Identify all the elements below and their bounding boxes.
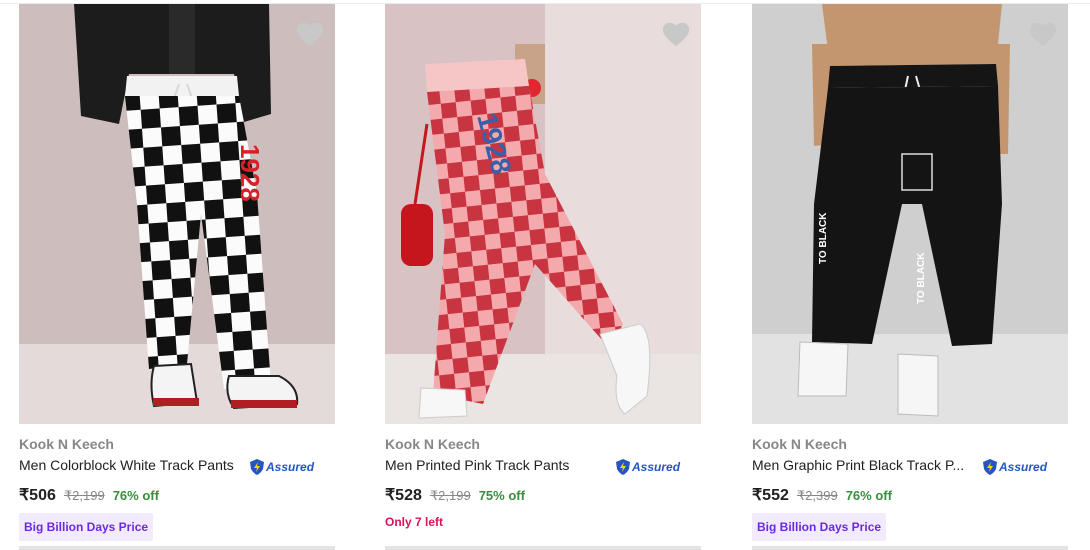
svg-text:1928: 1928	[235, 144, 265, 202]
discount-percent: 76% off	[112, 488, 159, 503]
selling-price: ₹506	[19, 487, 56, 504]
next-row-card-edge	[752, 546, 1068, 550]
selling-price: ₹552	[752, 487, 789, 504]
selling-price: ₹528	[385, 487, 422, 504]
assured-badge: Assured	[982, 457, 1047, 477]
product-title[interactable]: Men Printed Pink Track Pants	[385, 457, 605, 473]
price-row: ₹528 ₹2,199 75% off	[385, 485, 525, 505]
product-image[interactable]: 1928	[385, 4, 701, 424]
price-row: ₹506 ₹2,199 76% off	[19, 485, 159, 505]
discount-percent: 76% off	[845, 488, 892, 503]
product-brand: Kook N Keech	[385, 436, 480, 452]
next-row-card-edge	[385, 546, 701, 550]
product-title[interactable]: Men Colorblock White Track Pants	[19, 457, 251, 473]
wishlist-heart-icon[interactable]	[661, 20, 691, 48]
product-image[interactable]: 1928	[19, 4, 335, 424]
wishlist-heart-icon[interactable]	[1028, 20, 1058, 48]
product-brand: Kook N Keech	[752, 436, 847, 452]
original-price: ₹2,199	[429, 488, 471, 503]
assured-label: Assured	[632, 460, 681, 474]
assured-badge: Assured	[249, 457, 314, 477]
original-price: ₹2,399	[796, 488, 838, 503]
product-title[interactable]: Men Graphic Print Black Track P...	[752, 457, 982, 473]
pink-checkered-track-pants-photo: 1928	[385, 4, 701, 424]
big-billion-days-tag: Big Billion Days Price	[19, 513, 154, 541]
stock-note: Only 7 left	[385, 515, 444, 529]
assured-label: Assured	[999, 460, 1048, 474]
price-row: ₹552 ₹2,399 76% off	[752, 485, 892, 505]
discount-percent: 75% off	[478, 488, 525, 503]
assured-badge: Assured	[615, 457, 680, 477]
product-card[interactable]: TO BLACK TO BLACK Kook N Keech Men Graph…	[752, 4, 1068, 550]
assured-shield-icon	[616, 459, 630, 475]
black-cargo-joggers-photo: TO BLACK TO BLACK	[752, 4, 1068, 424]
assured-shield-icon	[250, 459, 264, 475]
product-card[interactable]: 1928 Kook N Keech Men Printed Pink Track…	[385, 4, 701, 550]
svg-text:TO BLACK: TO BLACK	[916, 252, 927, 304]
checkered-track-pants-photo: 1928	[19, 4, 335, 424]
big-billion-days-tag: Big Billion Days Price	[752, 513, 887, 541]
product-image[interactable]: TO BLACK TO BLACK	[752, 4, 1068, 424]
product-brand: Kook N Keech	[19, 436, 114, 452]
wishlist-heart-icon[interactable]	[295, 20, 325, 48]
assured-label: Assured	[266, 460, 315, 474]
original-price: ₹2,199	[63, 488, 105, 503]
product-card[interactable]: 1928 Kook N Keech Men Colorblock White T…	[19, 4, 335, 550]
next-row-card-edge	[19, 546, 335, 550]
assured-shield-icon	[983, 459, 997, 475]
svg-text:TO BLACK: TO BLACK	[818, 212, 829, 264]
